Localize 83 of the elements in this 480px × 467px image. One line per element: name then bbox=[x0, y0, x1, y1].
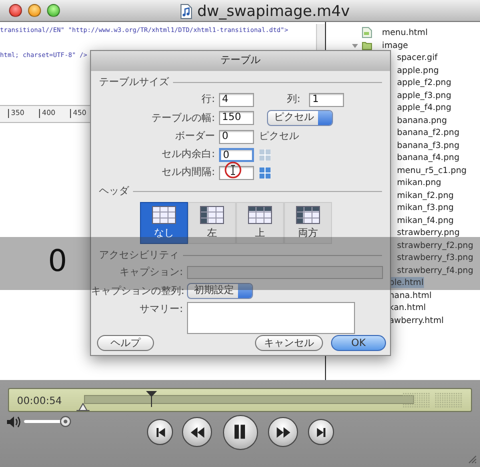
summary-field[interactable] bbox=[187, 302, 355, 334]
music-file-icon bbox=[180, 4, 192, 18]
table-header-icon bbox=[296, 206, 320, 224]
volume-icon[interactable] bbox=[7, 416, 21, 428]
header-option[interactable]: 上 bbox=[236, 202, 284, 244]
input-field[interactable]: 0 bbox=[219, 148, 254, 162]
dialog-title: テーブル bbox=[91, 51, 390, 71]
input-field[interactable]: 4 bbox=[219, 92, 254, 106]
field-label: 行: bbox=[200, 93, 216, 107]
file-item[interactable]: strawberry_f3.png bbox=[397, 252, 474, 263]
file-item[interactable]: banana_f2.png bbox=[397, 127, 460, 138]
section-label: テーブルサイズ bbox=[99, 76, 169, 90]
window-title: dw_swapimage.m4v bbox=[197, 0, 350, 22]
field-label: ボーダー bbox=[174, 130, 216, 144]
playhead[interactable] bbox=[146, 391, 157, 407]
file-item[interactable]: apple.png bbox=[397, 64, 439, 76]
file-item[interactable]: nana.html bbox=[389, 290, 432, 300]
align-select[interactable]: 初期設定 bbox=[187, 283, 253, 299]
unit-label: ピクセル bbox=[259, 130, 300, 144]
table-header-icon bbox=[200, 206, 224, 224]
file-item[interactable]: apple_f4.png bbox=[397, 102, 452, 113]
field-label: キャプションの整列: bbox=[91, 284, 186, 298]
rewind-button[interactable] bbox=[182, 417, 212, 447]
header-option[interactable]: なし bbox=[140, 202, 188, 244]
file-item[interactable]: spacer.gif bbox=[397, 52, 438, 63]
cell-grid-icon bbox=[259, 166, 271, 178]
input-field[interactable]: 0 bbox=[219, 130, 254, 144]
cell-grid-icon bbox=[259, 148, 271, 160]
time-text: 00:00:54 bbox=[17, 395, 62, 409]
file-item[interactable]: mikan.png bbox=[397, 177, 442, 188]
text-cursor-icon bbox=[224, 161, 242, 179]
field-label: サマリー: bbox=[138, 303, 184, 317]
file-item[interactable]: mikan_f4.png bbox=[397, 214, 454, 226]
help-button[interactable]: ヘルプ bbox=[97, 335, 154, 351]
unit-select[interactable]: ピクセル bbox=[267, 110, 333, 126]
cancel-button[interactable]: キャンセル bbox=[255, 335, 323, 351]
section-label: ヘッダ bbox=[99, 185, 129, 199]
zoom-button[interactable] bbox=[47, 4, 60, 17]
input-field[interactable]: 150 bbox=[219, 111, 254, 125]
field-label: テーブルの幅: bbox=[150, 112, 216, 126]
field-label: 列: bbox=[287, 93, 302, 107]
ok-button[interactable]: OK bbox=[331, 335, 386, 351]
file-item[interactable]: mikan_f2.png bbox=[397, 190, 454, 200]
file-item[interactable]: banana.png bbox=[397, 114, 447, 126]
close-button[interactable] bbox=[9, 4, 22, 17]
level-meter-icon bbox=[403, 393, 463, 409]
field-label: キャプション: bbox=[118, 266, 184, 280]
input-field[interactable]: 1 bbox=[309, 92, 344, 106]
skip-forward-icon bbox=[314, 426, 328, 438]
rewind-icon bbox=[190, 424, 204, 440]
field-label: セル内間隔: bbox=[160, 166, 216, 180]
field-label: セル内余白: bbox=[160, 148, 216, 162]
file-item[interactable]: mikan_f3.png bbox=[397, 202, 454, 213]
disclosure-triangle-icon[interactable] bbox=[352, 42, 358, 48]
fast-forward-icon bbox=[276, 424, 290, 440]
table-header-icon bbox=[248, 206, 272, 224]
file-item[interactable]: menu.html bbox=[382, 27, 428, 38]
file-item[interactable]: apple_f2.png bbox=[397, 77, 452, 88]
file-item[interactable]: apple_f3.png bbox=[397, 90, 452, 100]
in-marker-icon[interactable] bbox=[76, 403, 90, 411]
html-file-icon bbox=[362, 27, 372, 38]
file-item[interactable]: awberry.html bbox=[389, 314, 444, 326]
fast-forward-button[interactable] bbox=[268, 417, 298, 447]
previous-button[interactable] bbox=[147, 419, 173, 445]
table-header-icon bbox=[152, 206, 176, 224]
overlay-number: 0 bbox=[48, 244, 68, 280]
file-item[interactable]: strawberry.png bbox=[397, 227, 460, 238]
file-item[interactable]: strawberry_f2.png bbox=[397, 240, 474, 250]
pause-button[interactable] bbox=[222, 414, 258, 450]
file-item[interactable]: image bbox=[382, 40, 408, 50]
volume-slider-thumb[interactable] bbox=[60, 416, 71, 427]
header-option[interactable]: 左 bbox=[188, 202, 236, 244]
header-option[interactable]: 両方 bbox=[284, 202, 332, 244]
section-label: アクセシビリティ bbox=[99, 249, 179, 263]
resize-grip-icon[interactable] bbox=[467, 454, 477, 464]
file-item[interactable]: strawberry_f4.png bbox=[397, 264, 474, 276]
skip-back-icon bbox=[154, 426, 166, 438]
file-item[interactable]: menu_r5_c1.png bbox=[397, 164, 467, 176]
minimize-button[interactable] bbox=[28, 4, 41, 17]
file-item[interactable]: banana_f4.png bbox=[397, 152, 460, 163]
file-item[interactable]: banana_f3.png bbox=[397, 140, 460, 150]
caption-field[interactable] bbox=[187, 266, 383, 279]
next-button[interactable] bbox=[308, 419, 334, 445]
